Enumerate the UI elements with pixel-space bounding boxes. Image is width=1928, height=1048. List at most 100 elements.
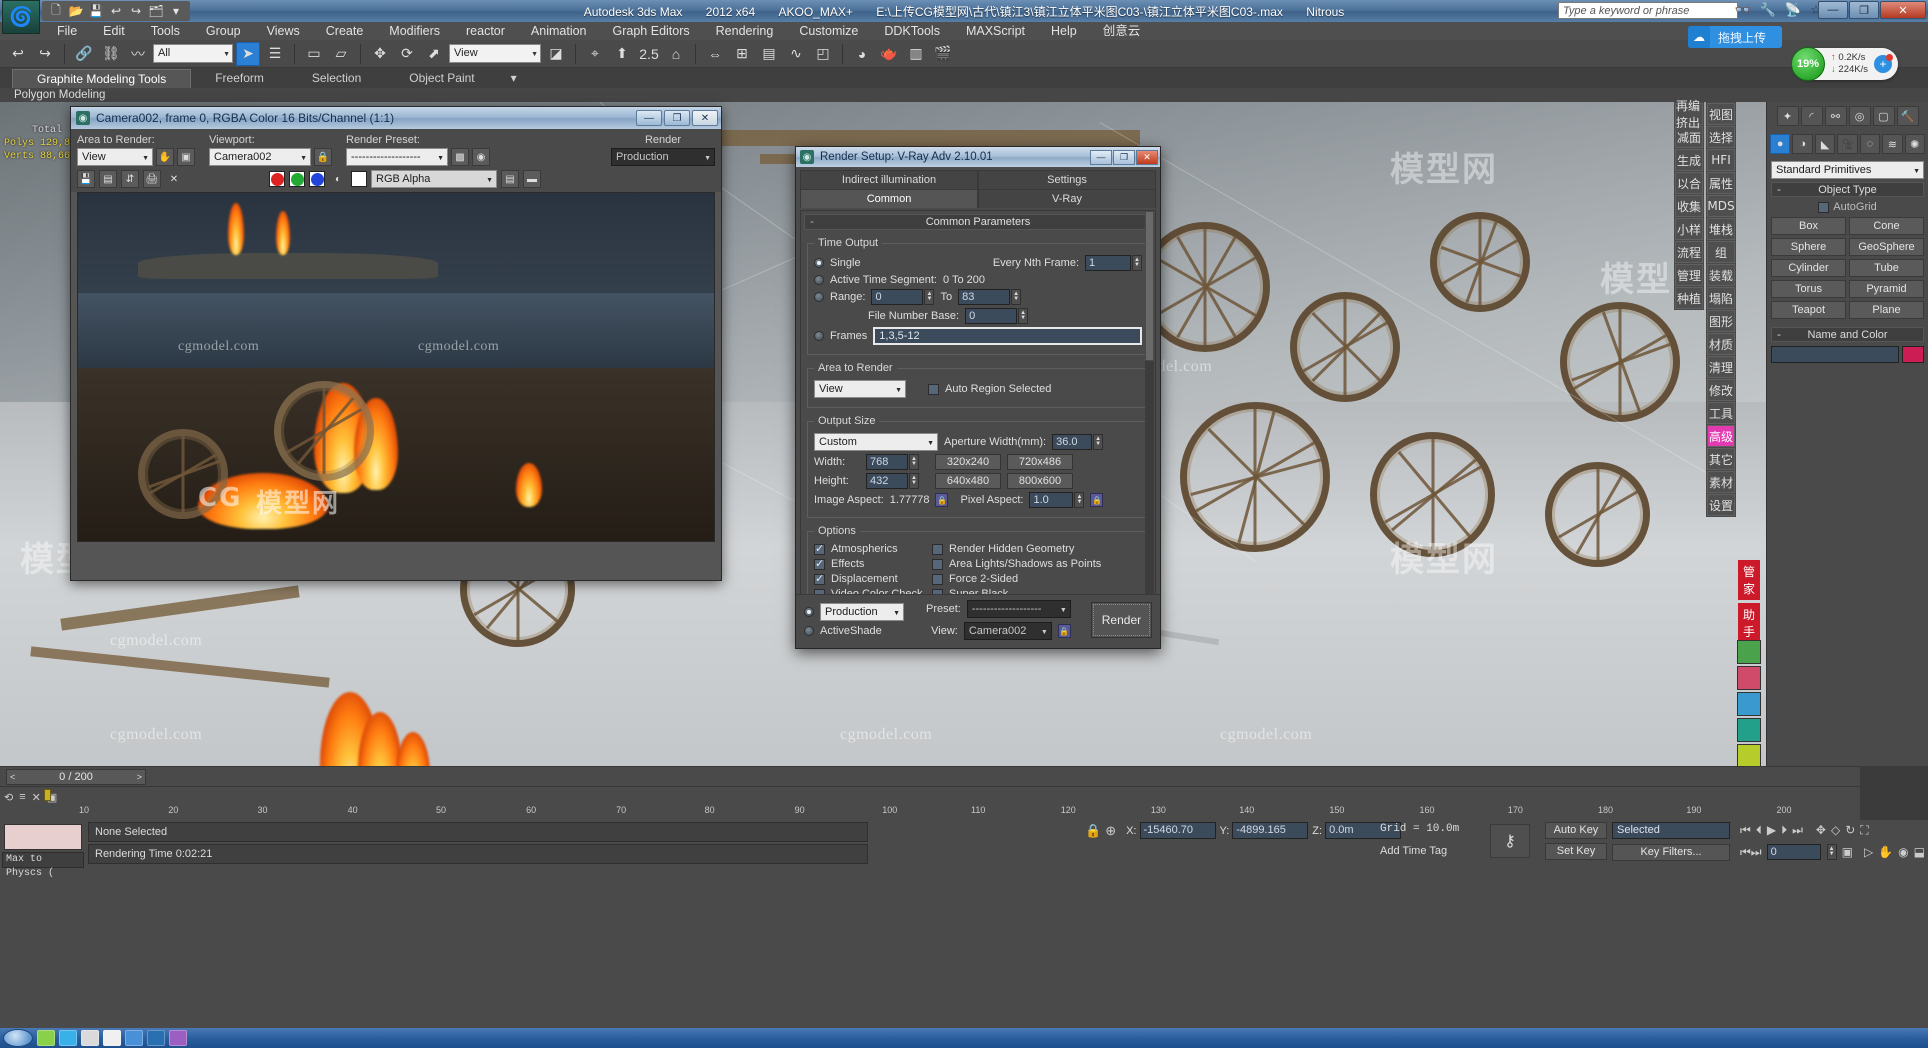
file-number-base-spin-buttons[interactable]: ▲ ▼ [1018, 308, 1029, 324]
taskbar-item[interactable] [37, 1030, 55, 1046]
lights-category-icon[interactable]: ◣ [1814, 134, 1836, 154]
ribbon-overflow-chevron-icon[interactable]: ▾ [499, 69, 529, 88]
rectangular-selection-region-icon[interactable]: ▭ [302, 42, 326, 66]
menu-item-edit[interactable]: Edit [90, 22, 138, 40]
object-category-combo[interactable]: Standard Primitives [1771, 161, 1924, 179]
redo-icon[interactable]: ↪ [128, 3, 144, 19]
zh-button-7[interactable]: 管理 [1675, 264, 1703, 286]
rfw-delete-icon[interactable]: ✕ [165, 170, 183, 188]
render-setup-restore-button[interactable]: ❐ [1113, 149, 1135, 165]
add-task-icon[interactable]: + [1874, 54, 1893, 73]
checkbox-autogrid[interactable] [1818, 201, 1830, 213]
render-frame-window-icon[interactable]: ▥ [904, 42, 928, 66]
render-button[interactable]: Render [1090, 602, 1152, 638]
undo-toolbar-icon[interactable]: ↩ [6, 42, 30, 66]
checkbox-render-hidden-geometry[interactable] [932, 543, 943, 555]
maximize-viewport-icon[interactable]: ⛶ [1860, 823, 1868, 838]
width-value[interactable]: 768 [866, 454, 908, 470]
primitive-button-cone[interactable]: Cone [1849, 217, 1924, 235]
time-slider[interactable]: < 0 / 200 > [0, 766, 1860, 786]
alpha-channel-icon[interactable]: ◐ [329, 170, 347, 188]
view-combo[interactable]: Camera002 [963, 622, 1052, 640]
set-project-icon[interactable]: 🗂 [148, 3, 164, 19]
open-mini-curve-editor-icon[interactable]: ⟲ [4, 791, 13, 804]
add-time-tag-button[interactable]: Add Time Tag [1380, 845, 1447, 857]
menu-item-graph-editors[interactable]: Graph Editors [600, 22, 703, 40]
value-x[interactable]: -15460.70 [1139, 822, 1216, 839]
file-number-base-spinner[interactable]: 0 ▲ ▼ [965, 308, 1029, 324]
height-value[interactable]: 432 [866, 473, 908, 489]
menu-item-maxscript[interactable]: MAXScript [953, 22, 1038, 40]
render-setup-minimize-button[interactable]: — [1090, 149, 1112, 165]
range-from-spinner[interactable]: 0 ▲ ▼ [871, 289, 935, 305]
output-size-preset-combo[interactable]: Custom [814, 433, 938, 451]
track-bar-delete-icon[interactable]: ✕ [32, 791, 41, 804]
width-spin-buttons[interactable]: ▲ ▼ [909, 454, 919, 470]
color-swatch-pink[interactable] [1737, 666, 1761, 690]
value-y[interactable]: -4899.165 [1232, 822, 1309, 839]
zh-button-2[interactable]: 生成 [1675, 149, 1703, 171]
snap-toggle-icon[interactable]: ⌖ [583, 42, 607, 66]
restore-button[interactable]: ❐ [1849, 1, 1879, 19]
key-mode-icon[interactable]: ⏮⏭ [1740, 845, 1762, 860]
select-object-icon[interactable]: ➤ [236, 41, 260, 66]
region-icon[interactable]: ▣ [177, 148, 195, 166]
current-frame-input[interactable]: 0 [1766, 844, 1821, 860]
primitive-button-geosphere[interactable]: GeoSphere [1849, 238, 1924, 256]
time-slider-handle[interactable]: < 0 / 200 > [6, 768, 146, 785]
zh-r-button-0[interactable]: 视图 [1707, 103, 1735, 125]
menu-item-group[interactable]: Group [193, 22, 254, 40]
app-logo-icon[interactable]: 🌀 [2, 0, 40, 34]
close-button[interactable]: ✕ [1880, 1, 1926, 19]
select-and-rotate-icon[interactable]: ⟳ [395, 42, 419, 66]
zh-vertical-zhushou[interactable]: 助手 [1738, 603, 1760, 643]
radio-production[interactable] [804, 607, 814, 617]
hand-pan-icon[interactable]: ✋ [1878, 845, 1893, 859]
time-slider-prev-icon[interactable]: < [10, 770, 15, 784]
motion-tab-icon[interactable]: ◎ [1848, 106, 1871, 126]
key-selection-combo[interactable]: Selected [1612, 822, 1730, 839]
wrench-icon[interactable]: 🔧 [1760, 2, 1776, 18]
taskbar-item[interactable] [169, 1030, 187, 1046]
radio-range[interactable] [814, 292, 824, 302]
goto-end-icon[interactable]: ⏭ [1792, 823, 1803, 838]
zh-r-button-6[interactable]: 组 [1707, 241, 1735, 263]
angle-snap-icon[interactable]: ⬆ [610, 42, 634, 66]
previous-frame-icon[interactable]: ⏴ [1756, 823, 1762, 838]
tab-common[interactable]: Common [800, 189, 978, 208]
save-file-icon[interactable]: 💾 [88, 3, 104, 19]
menu-item-animation[interactable]: Animation [518, 22, 600, 40]
zh-button-6[interactable]: 流程 [1675, 241, 1703, 263]
color-swatch-teal[interactable] [1737, 718, 1761, 742]
object-type-rollup-header[interactable]: - Object Type [1771, 182, 1924, 197]
arc-rotate-icon[interactable]: ↻ [1845, 823, 1855, 838]
create-tab-icon[interactable]: ✦ [1776, 106, 1799, 126]
color-swatch-green[interactable] [1737, 640, 1761, 664]
primitive-button-torus[interactable]: Torus [1771, 280, 1846, 298]
radio-single[interactable] [814, 258, 824, 268]
zh-r-button-4[interactable]: MDS [1707, 195, 1735, 217]
environment-icon[interactable]: ◉ [472, 148, 490, 166]
zh-r-button-3[interactable]: 属性 [1707, 172, 1735, 194]
radio-active-time-segment[interactable] [814, 275, 824, 285]
checkbox-displacement[interactable] [814, 572, 825, 585]
track-bar[interactable]: ⟲ ≡ ✕ ▣ 10 20 30 40 50 60 70 80 90 100 1… [0, 786, 1860, 820]
range-to-spin-buttons[interactable]: ▲ ▼ [1011, 289, 1022, 305]
taskbar-item[interactable] [103, 1030, 121, 1046]
preset-combo[interactable]: ------------------- [966, 600, 1071, 618]
object-name-input[interactable] [1771, 346, 1899, 363]
toggle-ui-icon[interactable]: ▬ [523, 170, 541, 188]
rfw-restore-button[interactable]: ❐ [664, 110, 690, 126]
radio-frames[interactable] [814, 331, 824, 341]
ribbon-tab-freeform[interactable]: Freeform [191, 69, 288, 88]
pan-hand-icon[interactable]: ✋ [156, 148, 174, 166]
common-parameters-rollup-header[interactable]: - Common Parameters [804, 214, 1152, 230]
color-swatch-blue[interactable] [1737, 692, 1761, 716]
render-setup-scrollbar[interactable] [1145, 211, 1154, 627]
range-to-value[interactable]: 83 [958, 289, 1011, 305]
menu-item-create[interactable]: Create [313, 22, 377, 40]
undo-icon[interactable]: ↩ [108, 3, 124, 19]
zh-r-button-12[interactable]: 修改 [1707, 379, 1735, 401]
new-file-icon[interactable]: 🗋 [48, 3, 64, 19]
hierarchy-tab-icon[interactable]: ⚯ [1824, 106, 1847, 126]
